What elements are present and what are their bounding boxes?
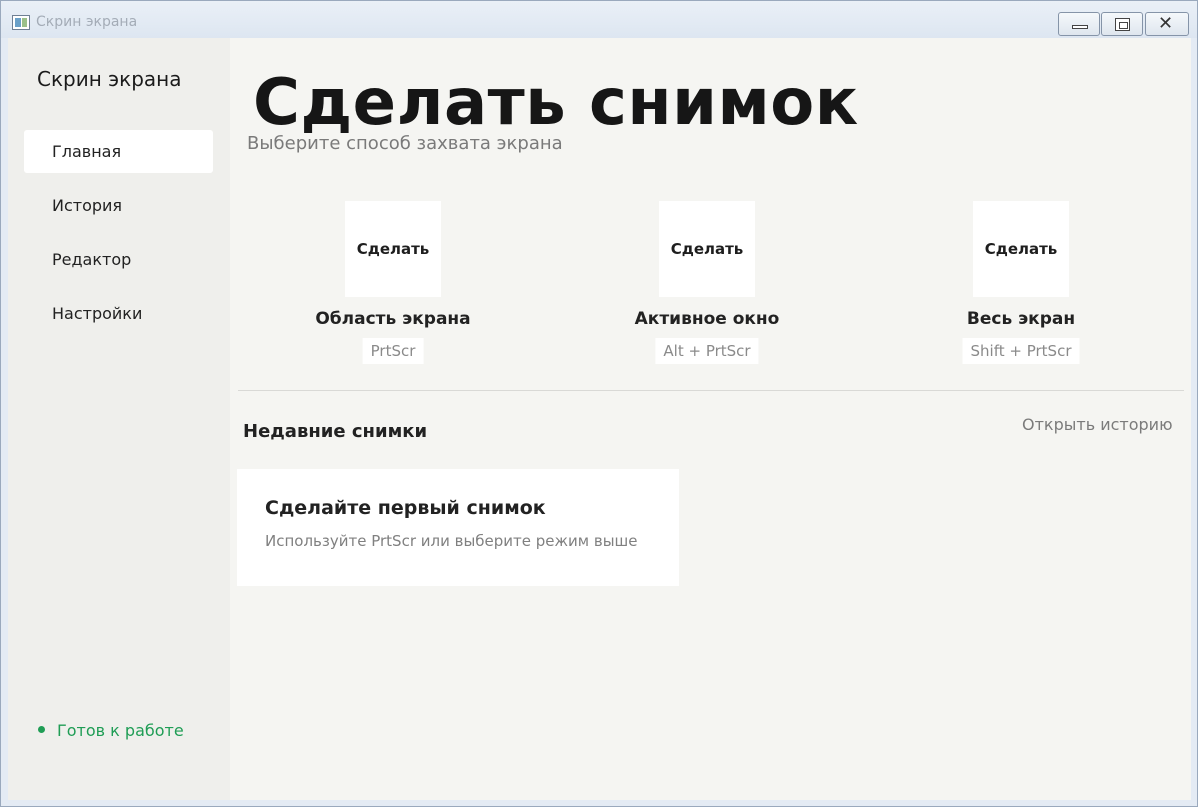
recent-section-title: Недавние снимки bbox=[243, 421, 428, 442]
sidebar-item-editor[interactable]: Редактор bbox=[24, 238, 213, 281]
maximize-button[interactable] bbox=[1101, 12, 1143, 36]
sidebar-app-name: Скрин экрана bbox=[37, 67, 182, 91]
empty-state-description: Используйте PrtScr или выберите режим вы… bbox=[265, 532, 638, 550]
empty-state-card: Сделайте первый снимок Используйте PrtSc… bbox=[237, 469, 679, 586]
status-text: Готов к работе bbox=[57, 721, 184, 740]
status-dot-icon bbox=[38, 726, 45, 733]
status-indicator: Готов к работе bbox=[38, 721, 184, 740]
hotkey-badge: Alt + PrtScr bbox=[655, 338, 759, 364]
sidebar-item-home[interactable]: Главная bbox=[24, 130, 213, 173]
close-icon: ✕ bbox=[1158, 13, 1174, 34]
sidebar: Скрин экрана Главная История Редактор На… bbox=[8, 38, 230, 800]
sidebar-item-settings[interactable]: Настройки bbox=[24, 292, 213, 335]
client-area: Скрин экрана Главная История Редактор На… bbox=[8, 38, 1191, 800]
minimize-icon bbox=[1072, 25, 1088, 29]
page-title: Сделать снимок bbox=[253, 66, 859, 140]
capture-region-button[interactable]: Сделать bbox=[345, 201, 441, 297]
capture-fullscreen-button[interactable]: Сделать bbox=[973, 201, 1069, 297]
window-title: Скрин экрана bbox=[36, 14, 138, 30]
title-bar[interactable]: Скрин экрана ✕ bbox=[1, 1, 1197, 38]
close-button[interactable]: ✕ bbox=[1145, 12, 1189, 36]
section-divider bbox=[238, 390, 1184, 391]
page-subtitle: Выберите способ захвата экрана bbox=[247, 133, 563, 154]
app-window: Скрин экрана ✕ Скрин экрана Главная Исто… bbox=[0, 0, 1198, 807]
capture-window-button[interactable]: Сделать bbox=[659, 201, 755, 297]
mode-label: Весь экран bbox=[966, 309, 1076, 329]
mode-label: Активное окно bbox=[634, 309, 780, 329]
hotkey-badge: Shift + PrtScr bbox=[962, 338, 1080, 364]
maximize-icon bbox=[1115, 18, 1130, 31]
mode-full-screen: Сделать Весь экран Shift + PrtScr bbox=[901, 201, 1141, 371]
minimize-button[interactable] bbox=[1058, 12, 1100, 36]
main-content: Сделать снимок Выберите способ захвата э… bbox=[230, 38, 1191, 800]
mode-region: Сделать Область экрана PrtScr bbox=[273, 201, 513, 371]
hotkey-badge: PrtScr bbox=[362, 338, 424, 364]
app-icon bbox=[12, 15, 30, 30]
mode-label: Область экрана bbox=[315, 309, 471, 329]
open-history-link[interactable]: Открыть историю bbox=[1022, 415, 1173, 434]
empty-state-title: Сделайте первый снимок bbox=[265, 497, 546, 519]
mode-active-window: Сделать Активное окно Alt + PrtScr bbox=[587, 201, 827, 371]
sidebar-item-history[interactable]: История bbox=[24, 184, 213, 227]
